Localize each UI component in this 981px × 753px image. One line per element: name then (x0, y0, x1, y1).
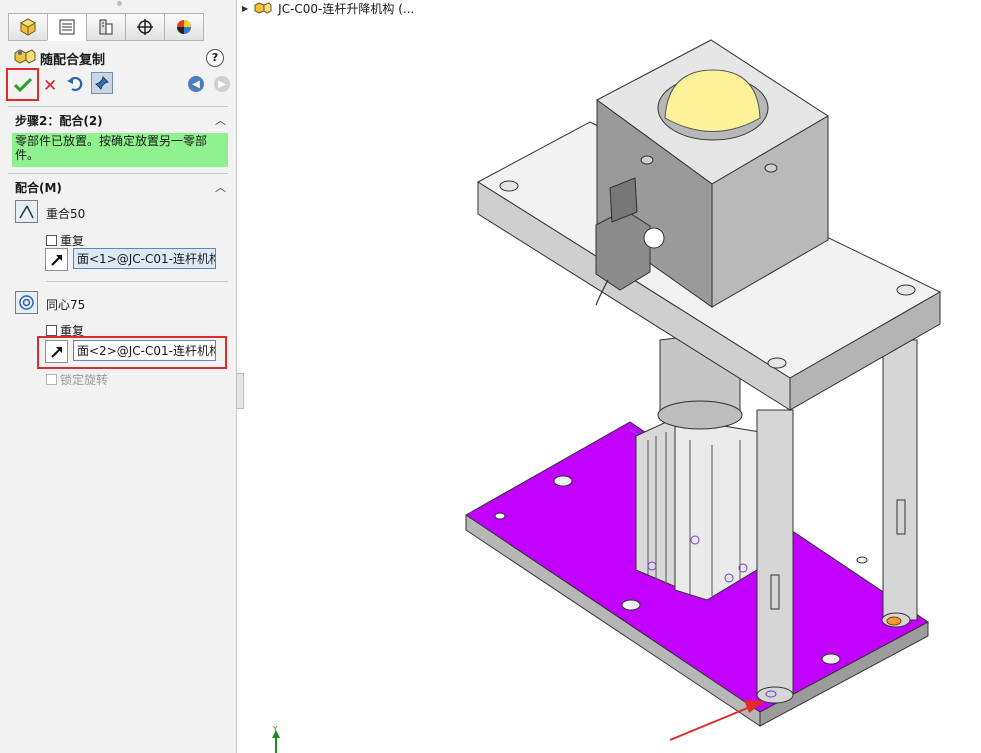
collapse-step-button[interactable]: ︿ (215, 112, 226, 128)
arrow-left-icon: ◀ (192, 78, 200, 90)
step-group-title: 步骤2：配合(2) (15, 114, 103, 128)
tab-dimxpert-manager[interactable] (125, 13, 164, 41)
checkbox-box[interactable] (46, 325, 57, 336)
panel-grip[interactable] (117, 1, 122, 6)
display-manager-icon (177, 20, 191, 34)
chevron-up-icon: ︿ (215, 114, 226, 127)
divider (8, 106, 228, 107)
checkbox-box (46, 374, 57, 385)
undo-icon (67, 76, 83, 92)
highlight-annotation-box (37, 336, 227, 369)
arrow-diagonal-icon (50, 254, 62, 266)
mates-group-title: 配合(M) (15, 181, 62, 195)
mate-1-repeat-label: 重复 (60, 234, 85, 248)
manager-tabbar (8, 13, 204, 41)
mate-2-type-label: 同心75 (46, 298, 86, 312)
dimxpert-manager-icon (137, 19, 153, 35)
view-triad: Y (272, 725, 280, 753)
lock-rotation-label: 锁定旋转 (60, 373, 109, 387)
mate-1-selection-field[interactable]: 面<1>@JC-C01-连杆机构 (73, 248, 216, 269)
divider (8, 173, 228, 174)
undo-button[interactable] (66, 74, 84, 95)
pin-button[interactable] (91, 72, 113, 94)
copy-with-mates-icon (14, 47, 36, 70)
collapse-mates-button[interactable]: ︿ (215, 179, 226, 195)
configuration-manager-icon (99, 19, 113, 35)
mate-1-selection-arrow[interactable] (45, 248, 68, 271)
tab-property-manager[interactable] (47, 13, 86, 41)
feature-manager-icon (19, 18, 37, 36)
concentric-icon (19, 295, 34, 310)
checkmark-icon (13, 77, 32, 92)
tab-feature-manager[interactable] (8, 13, 47, 41)
property-manager-panel: 随配合复制 ? ✕ ◀ ▶ 步骤2：配合(2) ︿ 零部件已放置。按确定放置另一… (0, 0, 237, 753)
coincident-mate-button[interactable] (15, 200, 38, 223)
lock-rotation-checkbox: 锁定旋转 (46, 371, 108, 388)
coincident-icon (19, 205, 34, 219)
ok-button[interactable] (6, 68, 39, 101)
help-button[interactable]: ? (206, 49, 224, 67)
panel-splitter-handle[interactable] (236, 373, 244, 409)
tab-display-manager[interactable] (164, 13, 204, 41)
triad-y-label: Y (272, 725, 278, 733)
pushpin-icon (95, 76, 109, 90)
mate-1-type-label: 重合50 (46, 207, 86, 221)
arrow-right-icon: ▶ (218, 78, 226, 90)
graphics-viewport[interactable]: Y (244, 0, 981, 753)
panel-title: 随配合复制 (40, 53, 106, 68)
checkbox-box[interactable] (46, 235, 57, 246)
tab-configuration-manager[interactable] (86, 13, 125, 41)
cancel-button[interactable]: ✕ (43, 76, 57, 96)
divider (46, 281, 228, 282)
previous-button[interactable]: ◀ (188, 76, 204, 92)
next-button[interactable]: ▶ (214, 76, 230, 92)
close-icon: ✕ (43, 76, 58, 96)
mate-1-repeat-checkbox[interactable]: 重复 (46, 232, 84, 249)
concentric-mate-button[interactable] (15, 291, 38, 314)
property-manager-icon (59, 19, 75, 35)
status-message: 零部件已放置。按确定放置另一零部件。 (12, 133, 228, 167)
chevron-up-icon: ︿ (215, 181, 226, 194)
